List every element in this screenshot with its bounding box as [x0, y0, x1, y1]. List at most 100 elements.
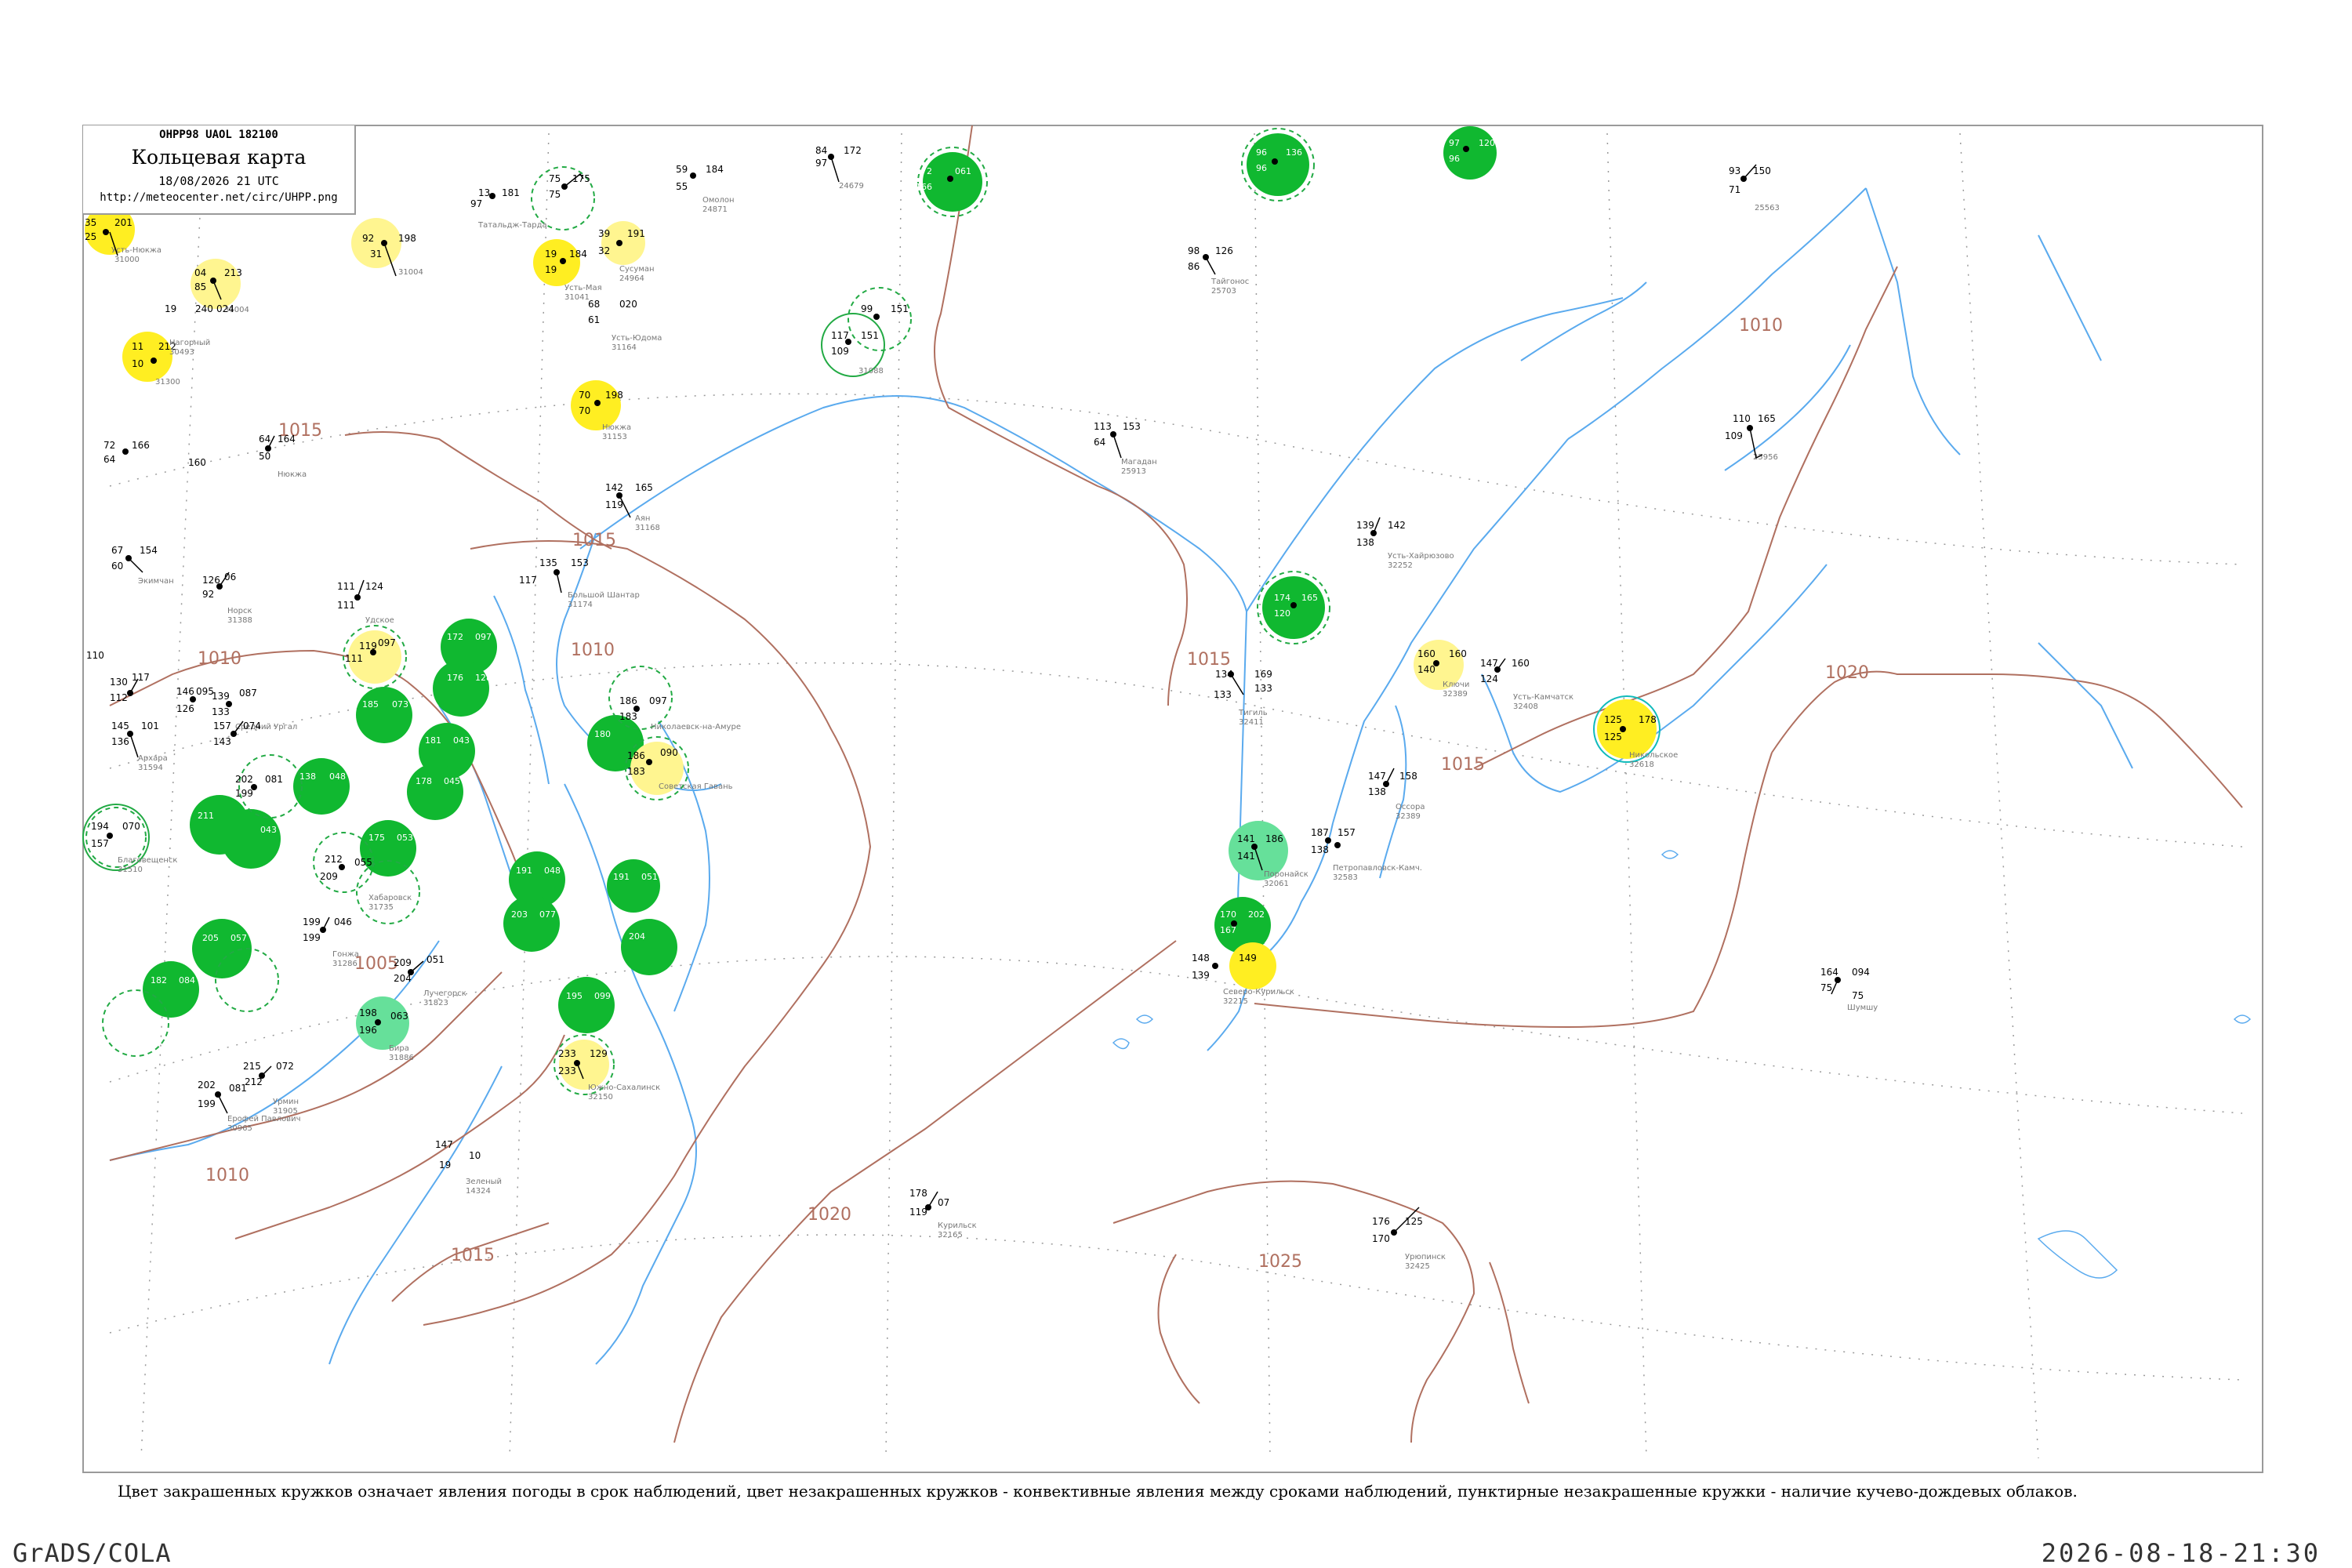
- station-dew: 138: [1311, 844, 1329, 855]
- station-temp: 205: [202, 933, 219, 943]
- station-circle[interactable]: [621, 919, 677, 975]
- station-pressure: 097: [475, 632, 492, 642]
- isobar-label: 1020: [1825, 663, 1869, 683]
- station-circle[interactable]: [1597, 699, 1657, 759]
- station-circle[interactable]: [221, 809, 281, 869]
- map-url[interactable]: http://meteocenter.net/circ/UHPP.png: [83, 191, 354, 204]
- station-pressure: 198: [605, 390, 623, 401]
- station-id: 32150: [588, 1093, 613, 1102]
- station-pressure: 084: [179, 975, 195, 985]
- station-pressure: 020: [619, 299, 637, 310]
- station-pressure: 048: [544, 866, 561, 876]
- station-pressure: 191: [627, 228, 645, 239]
- map-title: Кольцевая карта: [131, 146, 307, 169]
- station-circle[interactable]: [607, 859, 660, 913]
- station-pressure: 024: [216, 303, 234, 314]
- station-circle[interactable]: [503, 895, 560, 952]
- station-name: Хабаровск: [368, 894, 412, 902]
- isobar-label: 1015: [1441, 755, 1485, 775]
- station-dew: 10: [132, 358, 143, 369]
- station-dew: 183: [627, 766, 645, 777]
- station-pressure: 166: [132, 440, 150, 451]
- station-temp: 146: [176, 686, 194, 697]
- station-dew: 166: [916, 182, 932, 192]
- station-temp: 72: [103, 440, 115, 451]
- station-dew: 64: [1094, 437, 1105, 448]
- station-pressure: 126: [1215, 245, 1233, 256]
- station-dew: 86: [1188, 261, 1200, 272]
- station-rings: [82, 128, 1661, 1095]
- station-dew: 111: [337, 600, 355, 611]
- station-dew: 97: [815, 158, 827, 169]
- station-temp: 215: [243, 1061, 261, 1072]
- station-pressure: 153: [571, 557, 589, 568]
- station-pressure: 073: [392, 699, 408, 710]
- station-name: Нюкжа: [602, 423, 631, 432]
- station-id: 32061: [1264, 880, 1289, 888]
- isobar-label: 1015: [451, 1246, 495, 1265]
- station-pressure: 213: [224, 267, 242, 278]
- station-name: Усть-Мая: [564, 284, 602, 292]
- station-name: Усть-Хайрюзово: [1388, 552, 1454, 561]
- station-dew: 138: [1356, 537, 1374, 548]
- bulletin-code: ОНРР98 UAOL 182100: [159, 129, 278, 141]
- station-circle[interactable]: [192, 919, 252, 978]
- station-pressure: 077: [539, 909, 556, 920]
- station-temp: 147: [1368, 771, 1386, 782]
- station-pressure: 087: [239, 688, 257, 699]
- station-id: 32411: [1239, 718, 1264, 727]
- station-pressure: 198: [398, 233, 416, 244]
- station-temp: 64: [259, 434, 270, 445]
- station-circle[interactable]: [122, 332, 172, 382]
- station-circle[interactable]: [360, 820, 416, 877]
- station-dew: 50: [259, 451, 270, 462]
- isobar-label: 1010: [198, 649, 241, 669]
- station-dew: 117: [519, 575, 537, 586]
- station-dew: 233: [558, 1065, 576, 1076]
- station-id: 31041: [564, 293, 590, 302]
- station-circle[interactable]: [351, 218, 401, 268]
- station-pressure: 124: [365, 581, 383, 592]
- station-temp: 164: [1820, 967, 1838, 978]
- station-temp: 75: [549, 173, 561, 184]
- station-temp: 130: [110, 677, 128, 688]
- station-pressure: 081: [265, 774, 283, 785]
- station-id: 32165: [938, 1231, 963, 1240]
- station-circle[interactable]: [356, 996, 409, 1050]
- station-id: 24964: [619, 274, 644, 283]
- station-pressure: 158: [1399, 771, 1417, 782]
- station-id: 31886: [389, 1054, 414, 1062]
- software-label: GrADS/COLA: [13, 1538, 172, 1568]
- render-timestamp: 2026-08-18-21:30: [2041, 1538, 2321, 1568]
- station-circle[interactable]: [1229, 942, 1276, 989]
- station-pressure: 165: [635, 482, 653, 493]
- station-name: Советская Гавань: [659, 782, 733, 791]
- station-pressure: 097: [378, 637, 396, 648]
- station-circle[interactable]: [143, 961, 199, 1018]
- station-pressure: 057: [230, 933, 247, 943]
- station-id: 32389: [1443, 690, 1468, 699]
- station-temp: 125: [1604, 714, 1622, 725]
- station-dew: 32: [598, 245, 610, 256]
- station-circle[interactable]: [559, 1040, 609, 1090]
- station-circle[interactable]: [533, 239, 580, 286]
- station-circle[interactable]: [1443, 126, 1497, 180]
- station-id: 32408: [1513, 702, 1538, 711]
- station-pressure: 046: [334, 916, 352, 927]
- station-dew: 133: [212, 706, 230, 717]
- station-temp: 141: [1237, 833, 1255, 844]
- station-id: 25703: [1211, 287, 1236, 296]
- station-circle[interactable]: [407, 764, 463, 820]
- station-circle[interactable]: [356, 687, 412, 743]
- station-id: 31286: [332, 960, 358, 968]
- station-pressure: 201: [114, 217, 132, 228]
- station-temp: 110: [1733, 413, 1751, 424]
- station-circle[interactable]: [558, 977, 615, 1033]
- station-id: 14324: [466, 1187, 491, 1196]
- station-circle[interactable]: [433, 660, 489, 717]
- station-name: Курильск: [938, 1221, 977, 1230]
- map-title-box: ОНРР98 UAOL 182100 Кольцевая карта 18/08…: [83, 125, 356, 215]
- isobar-label: 1010: [205, 1166, 249, 1185]
- station-pressure: 051: [426, 954, 445, 965]
- station-circles: [85, 126, 1657, 1090]
